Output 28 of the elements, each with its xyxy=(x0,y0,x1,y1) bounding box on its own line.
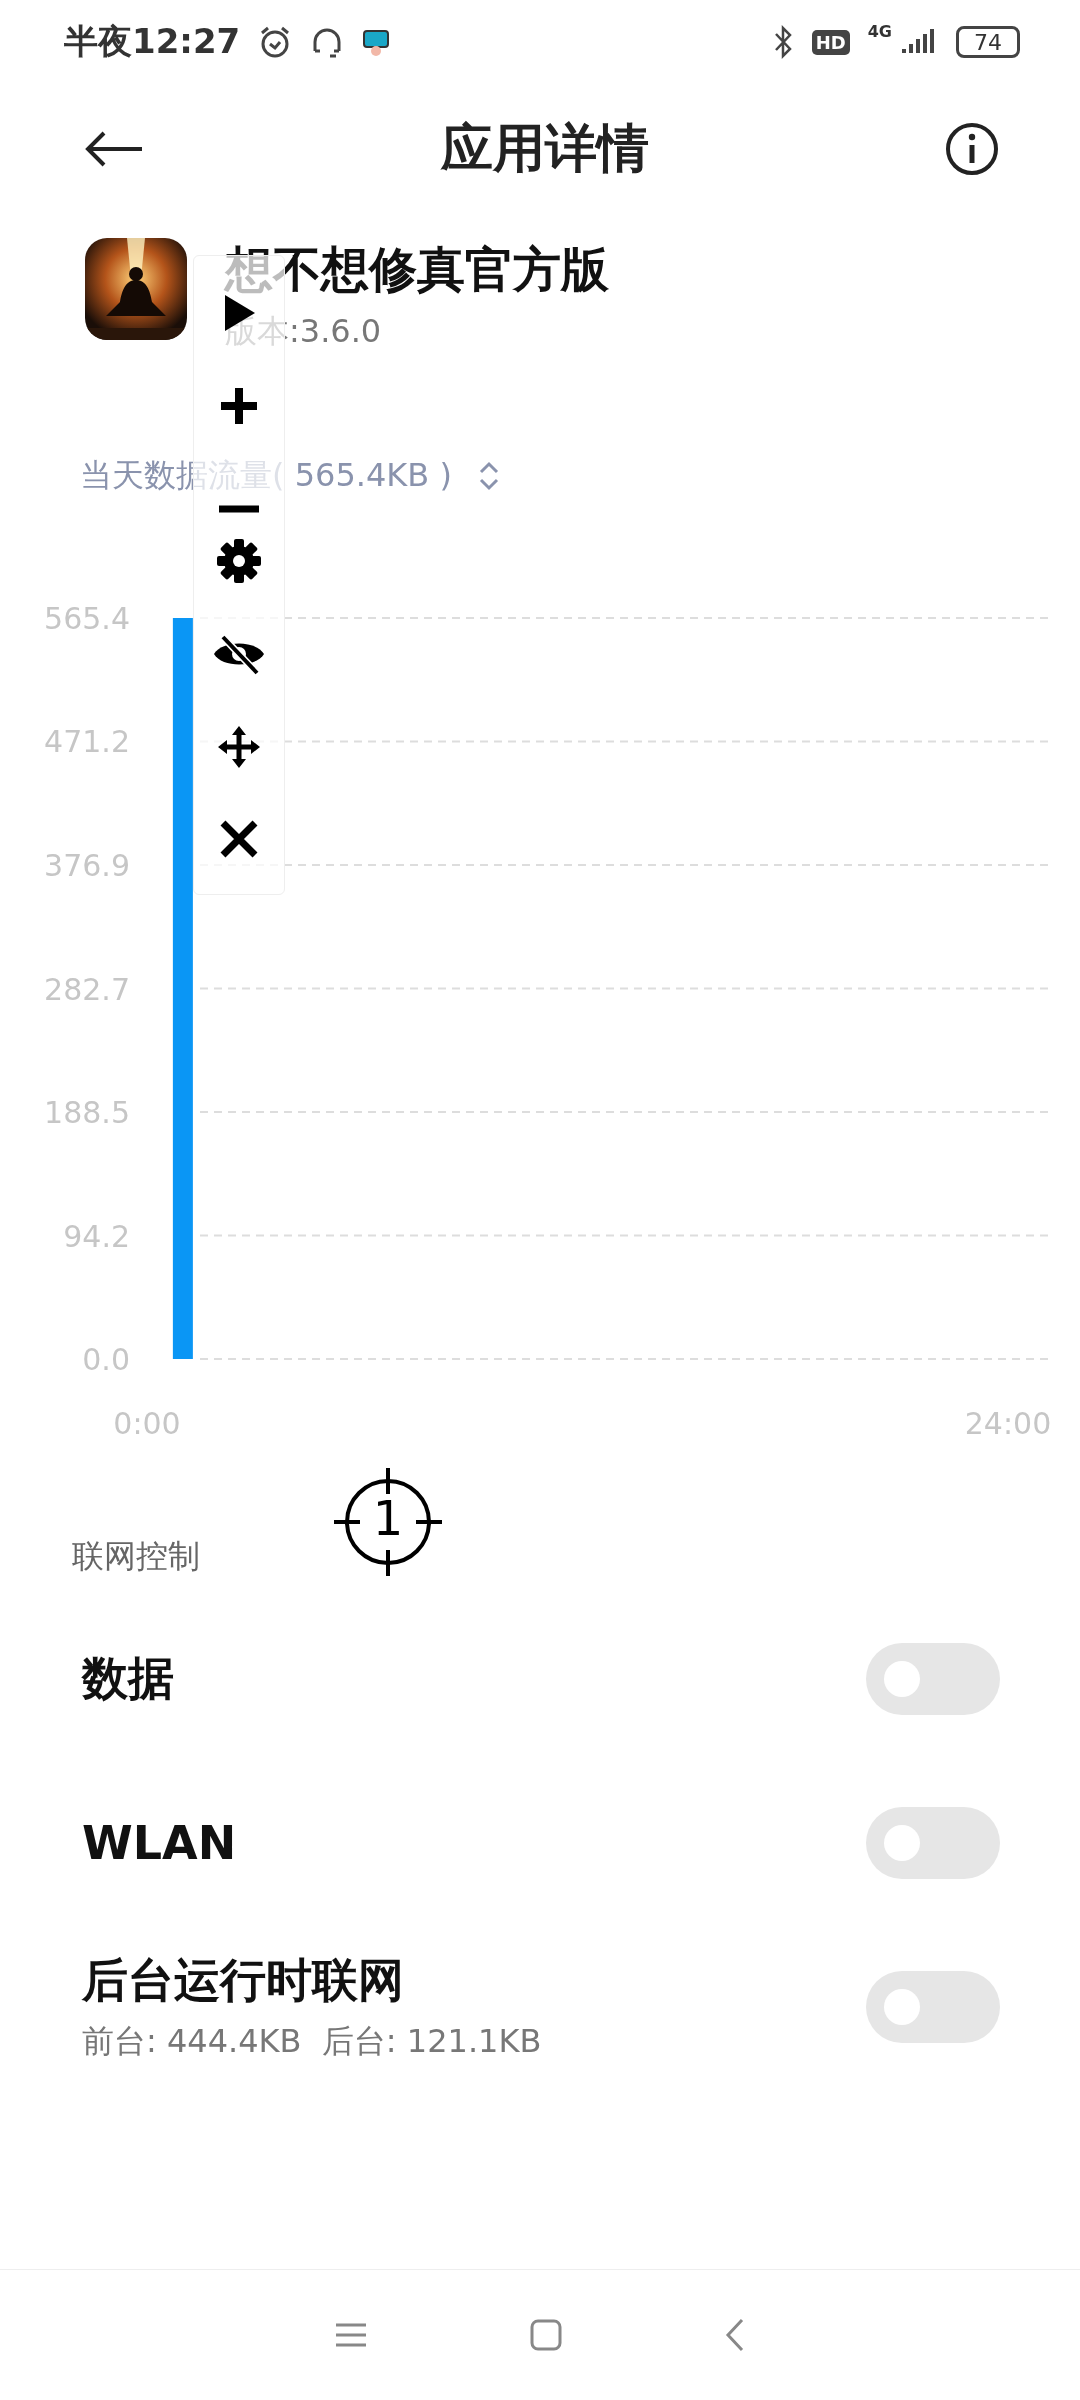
x-axis-label: 0:00 xyxy=(113,1406,181,1441)
setting-label: WLAN xyxy=(82,1816,237,1870)
chevron-updown-icon xyxy=(477,460,500,492)
x-axis-label: 24:00 xyxy=(964,1406,1052,1441)
settings-icon[interactable] xyxy=(216,538,262,584)
eye-off-icon[interactable] xyxy=(211,633,267,676)
page-title: 应用详情 xyxy=(441,117,649,180)
network-type: 4G xyxy=(867,22,892,41)
y-axis-label: 471.2 xyxy=(44,724,130,760)
close-icon[interactable] xyxy=(219,819,259,860)
app-name: 想不想修真官方版 xyxy=(225,240,609,299)
setting-label: 数据 xyxy=(82,1650,174,1707)
y-axis-label: 565.4 xyxy=(44,601,130,636)
section-title: 联网控制 xyxy=(72,1536,201,1577)
hd-badge: HD xyxy=(811,29,850,55)
app-notification-icon xyxy=(362,27,391,57)
y-axis-label: 188.5 xyxy=(44,1094,130,1130)
y-axis-label: 282.7 xyxy=(44,971,130,1007)
battery-indicator: 74 xyxy=(956,26,1020,58)
setting-detail: 前台: 444.4KB 后台: 121.1KB xyxy=(82,2021,542,2062)
app-icon xyxy=(85,238,187,340)
y-axis-label: 0.0 xyxy=(82,1342,130,1377)
y-axis-label: 376.9 xyxy=(44,848,130,884)
home-icon[interactable] xyxy=(529,2318,563,2352)
status-time: 半夜12:27 xyxy=(64,20,241,63)
y-axis-label: 94.2 xyxy=(63,1218,130,1254)
setting-label: 后台运行时联网 xyxy=(82,1952,405,2009)
info-button[interactable] xyxy=(944,121,1000,177)
